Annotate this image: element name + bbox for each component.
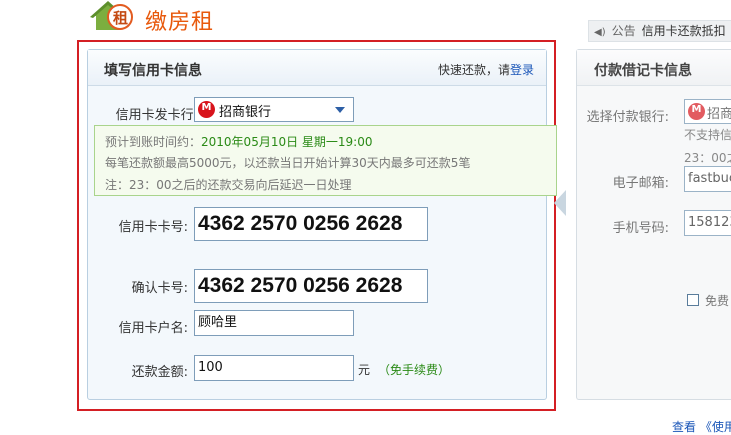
announcement-bar[interactable]: ◀) 公告 信用卡还款抵扣 xyxy=(588,20,731,42)
announcement-text[interactable]: 信用卡还款抵扣 xyxy=(642,24,726,38)
brand-logo-icon[interactable] xyxy=(88,0,136,34)
chevron-down-icon[interactable] xyxy=(335,107,345,113)
arrival-time-value: 2010年05月10日 星期一19:00 xyxy=(201,135,373,149)
cmb-bank-logo-icon: M xyxy=(688,103,705,120)
debit-card-panel-header: 付款借记卡信息 xyxy=(577,50,731,86)
speaker-icon: ◀) xyxy=(594,27,606,38)
repayment-limit-note: 每笔还款额最高5000元，以还款当日开始计算30天内最多可还款5笔 xyxy=(105,156,471,170)
step-pointer-icon xyxy=(554,190,566,216)
repayment-notice: 预计到账时间约：2010年05月10日 星期一19:00 每笔还款额最高5000… xyxy=(94,125,557,196)
free-fee-note: （免手续费） xyxy=(378,363,451,377)
currency-unit: 元 xyxy=(358,363,371,377)
cutoff-note: 注：23：00之后的还款交易向后延迟一日处理 xyxy=(105,178,352,192)
free-service-checkbox[interactable] xyxy=(687,294,699,306)
confirm-card-number-input[interactable]: 4362 2570 0256 2628 xyxy=(194,269,428,303)
brand-logo-char: 租 xyxy=(113,9,129,27)
login-link[interactable]: 登录 xyxy=(510,63,534,77)
email-input[interactable]: fastbuck xyxy=(684,166,731,192)
brand-name[interactable]: 缴房租 xyxy=(145,4,214,36)
announcement-label: 公告 xyxy=(611,24,636,38)
card-number-label: 信用卡卡号: xyxy=(118,220,188,235)
repayment-amount-input[interactable]: 100 xyxy=(194,355,354,381)
arrival-time-line: 预计到账时间约：2010年05月10日 星期一19:00 xyxy=(105,133,373,150)
debit-card-panel: 付款借记卡信息 选择付款银行: M 招商 不支持信 23：00之 电子邮箱: f… xyxy=(576,49,731,400)
cmb-bank-logo-char: M xyxy=(691,104,702,115)
issuing-bank-value: 招商银行 xyxy=(219,105,272,120)
debit-cutoff-note: 23：00之 xyxy=(684,151,731,165)
agreement-links[interactable]: 查看 《使用 xyxy=(672,418,731,435)
cmb-bank-logo-icon: M xyxy=(198,101,215,118)
credit-card-panel-title: 填写信用卡信息 xyxy=(104,63,202,79)
debit-card-panel-title: 付款借记卡信息 xyxy=(594,63,692,79)
quick-pay-note: 快速还款，请登录 xyxy=(438,61,534,78)
arrival-time-label: 预计到账时间约： xyxy=(105,135,202,149)
credit-card-panel-header: 填写信用卡信息 快速还款，请登录 xyxy=(88,50,546,86)
issuing-bank-label: 信用卡发卡行: xyxy=(115,108,198,123)
free-service-label: 免费 xyxy=(705,294,730,308)
cmb-bank-logo-char: M xyxy=(201,102,212,113)
confirm-card-number-label: 确认卡号: xyxy=(131,281,188,296)
not-supported-note: 不支持信 xyxy=(684,128,731,142)
card-number-input[interactable]: 4362 2570 0256 2628 xyxy=(194,207,428,241)
phone-input[interactable]: 158123 xyxy=(684,210,731,236)
cardholder-name-input[interactable]: 顾哈里 xyxy=(194,310,354,336)
email-label: 电子邮箱: xyxy=(612,176,669,191)
repayment-amount-label: 还款金额: xyxy=(131,365,188,380)
credit-card-panel: 填写信用卡信息 快速还款，请登录 信用卡发卡行: M 招商银行 预计到账时间约：… xyxy=(87,49,557,400)
payment-bank-label: 选择付款银行: xyxy=(586,110,669,125)
payment-bank-value: 招商 xyxy=(707,107,731,122)
phone-label: 手机号码: xyxy=(612,221,669,236)
issuing-bank-select[interactable]: M 招商银行 xyxy=(194,97,354,122)
payment-bank-select[interactable]: M 招商 xyxy=(684,99,731,124)
cardholder-name-label: 信用卡户名: xyxy=(118,321,188,336)
quick-pay-text: 快速还款，请 xyxy=(437,63,510,77)
